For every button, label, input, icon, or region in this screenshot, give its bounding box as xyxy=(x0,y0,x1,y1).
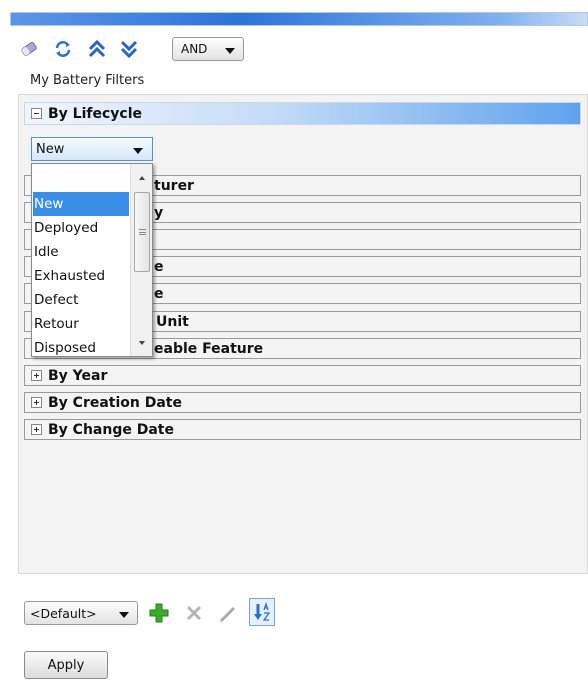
lifecycle-value: New xyxy=(36,141,65,157)
option-new[interactable]: New xyxy=(33,192,129,216)
section-row-year[interactable]: By Year xyxy=(24,365,581,386)
section-label: e xyxy=(154,258,164,275)
dropdown-scrollbar[interactable] xyxy=(130,164,152,356)
section-row-creation-date[interactable]: By Creation Date xyxy=(24,392,581,413)
collapse-icon[interactable] xyxy=(31,108,42,119)
section-label: y xyxy=(154,204,164,221)
option-deployed[interactable]: Deployed xyxy=(33,216,129,240)
section-label: By Change Date xyxy=(48,421,174,438)
scroll-down-icon[interactable] xyxy=(139,341,145,345)
option-defect[interactable]: Defect xyxy=(33,288,129,312)
operator-select[interactable]: AND xyxy=(172,37,244,61)
chevron-down-icon xyxy=(119,612,129,618)
expand-icon[interactable] xyxy=(31,424,42,435)
delete-icon[interactable] xyxy=(183,602,205,624)
section-header-lifecycle[interactable]: By Lifecycle xyxy=(24,102,581,125)
expand-icon[interactable] xyxy=(31,370,42,381)
option-disposed[interactable]: Disposed xyxy=(33,336,129,360)
section-label: e xyxy=(154,285,164,302)
eraser-icon[interactable] xyxy=(18,38,40,60)
section-label: turer xyxy=(154,177,194,194)
chevron-down-icon xyxy=(225,48,235,54)
preset-select[interactable]: <Default> xyxy=(24,601,138,625)
section-label: By Creation Date xyxy=(48,394,182,411)
option-empty[interactable] xyxy=(33,166,129,190)
section-label: eable Feature xyxy=(154,340,264,357)
section-row-change-date[interactable]: By Change Date xyxy=(24,419,581,440)
operator-value: AND xyxy=(181,42,208,56)
title-bar-strip xyxy=(10,12,588,26)
collapse-all-icon[interactable] xyxy=(118,38,140,60)
filters-title: My Battery Filters xyxy=(30,73,145,88)
section-label: By Lifecycle xyxy=(48,105,142,122)
option-exhausted[interactable]: Exhausted xyxy=(33,264,129,288)
lifecycle-select[interactable]: New xyxy=(31,137,153,161)
grip-icon xyxy=(139,229,146,235)
refresh-icon[interactable] xyxy=(52,38,74,60)
expand-icon[interactable] xyxy=(31,397,42,408)
scroll-up-icon[interactable] xyxy=(139,176,145,180)
section-label: By Year xyxy=(48,367,108,384)
option-idle[interactable]: Idle xyxy=(33,240,129,264)
section-label: Unit xyxy=(156,313,189,330)
edit-icon[interactable] xyxy=(216,602,238,624)
apply-button[interactable]: Apply xyxy=(24,651,108,679)
option-retour[interactable]: Retour xyxy=(33,312,129,336)
lifecycle-dropdown-list: New Deployed Idle Exhausted Defect Retou… xyxy=(31,163,153,357)
chevron-down-icon xyxy=(133,148,143,154)
add-icon[interactable] xyxy=(148,602,170,624)
expand-all-icon[interactable] xyxy=(86,38,108,60)
sort-az-icon[interactable] xyxy=(249,598,275,626)
scroll-thumb[interactable] xyxy=(134,192,150,272)
preset-value: <Default> xyxy=(30,605,97,621)
